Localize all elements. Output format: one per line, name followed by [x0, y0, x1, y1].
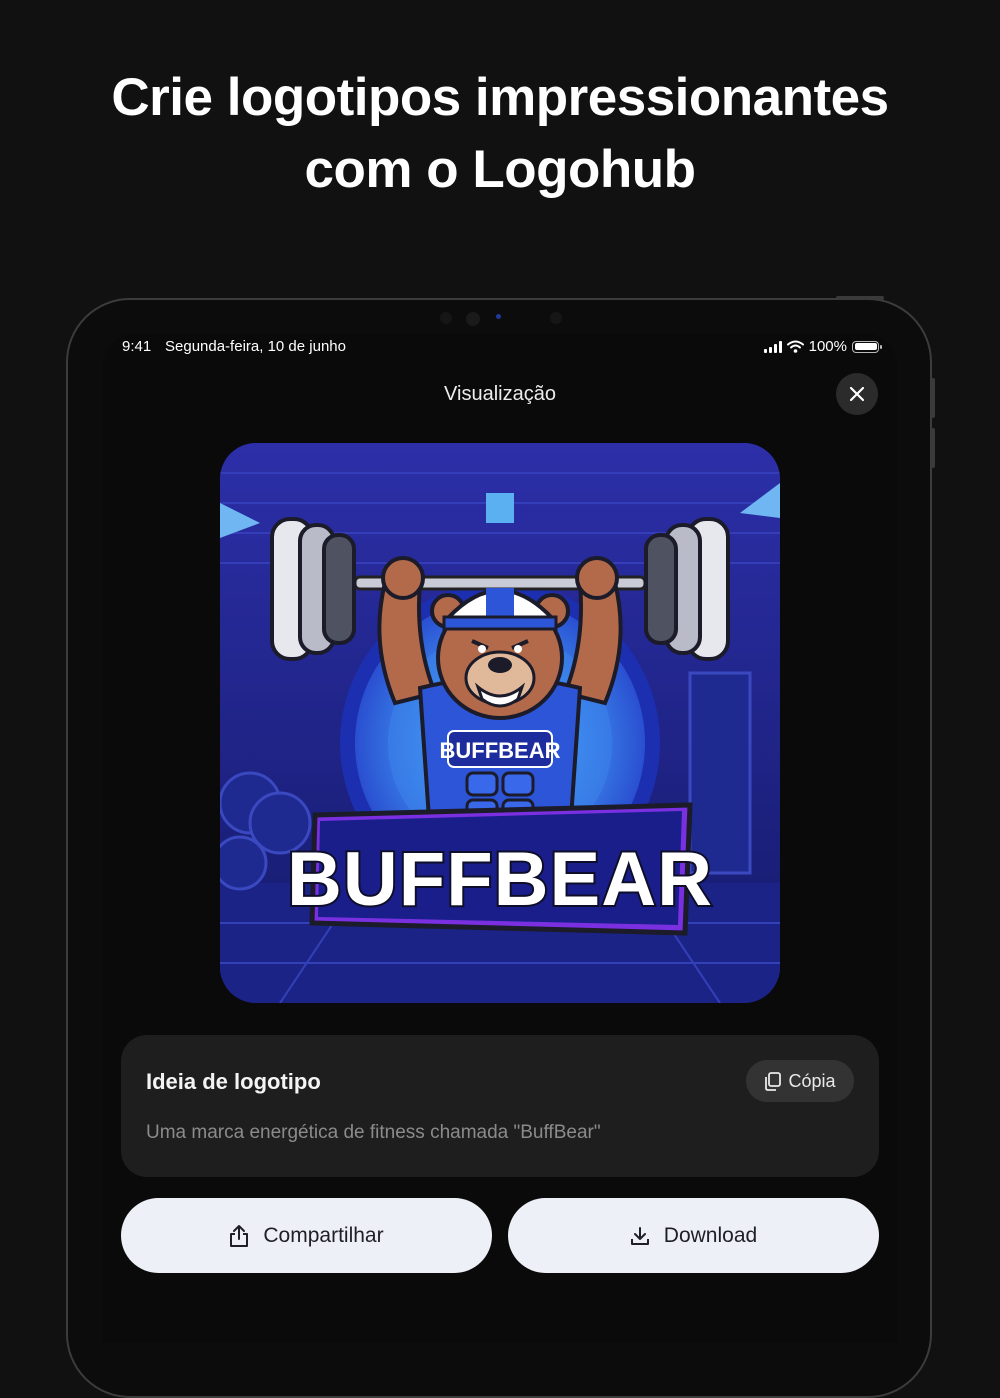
idea-description: Uma marca energética de fitness chamada …: [146, 1122, 601, 1143]
cellular-signal-icon: [763, 340, 782, 353]
top-button: [836, 296, 884, 300]
headline-line-2: com o Logohub: [304, 140, 696, 199]
app-screen: 9:41 Segunda-feira, 10 de junho 100% Vis…: [103, 333, 897, 1343]
copy-icon: [765, 1071, 782, 1091]
logo-idea-card: Ideia de logotipo Cópia Uma marca energé…: [121, 1035, 879, 1177]
camera-indicator: [496, 314, 501, 319]
logo-preview: BUFFBEAR BUFFBEAR: [220, 443, 780, 1003]
status-bar: 9:41 Segunda-feira, 10 de junho 100%: [103, 333, 897, 363]
ambient-sensor: [550, 312, 562, 324]
page-title: Visualização: [444, 383, 556, 405]
logo-badge-text: BUFFBEAR: [440, 738, 561, 763]
download-button-label: Download: [663, 1223, 758, 1247]
volume-down-button: [931, 428, 935, 468]
buffbear-logo-image: BUFFBEAR BUFFBEAR: [220, 443, 780, 1003]
share-button[interactable]: Compartilhar: [121, 1198, 492, 1273]
camera-lens: [466, 312, 480, 326]
copy-button-label: Cópia: [788, 1070, 836, 1091]
volume-up-button: [931, 378, 935, 418]
logo-banner-text: BUFFBEAR: [287, 837, 713, 922]
idea-card-title: Ideia de logotipo: [146, 1069, 321, 1094]
status-date: Segunda-feira, 10 de junho: [165, 338, 346, 355]
battery-percent: 100%: [808, 338, 847, 355]
wifi-icon: [786, 340, 804, 353]
camera-sensor: [440, 312, 452, 324]
share-icon: [229, 1224, 249, 1248]
close-button[interactable]: [836, 373, 878, 415]
headline-line-1: Crie logotipos impressionantes: [111, 68, 889, 127]
copy-button[interactable]: Cópia: [746, 1060, 854, 1102]
marketing-headline: Crie logotipos impressionantes com o Log…: [0, 62, 1000, 206]
close-icon: [849, 386, 865, 402]
download-icon: [630, 1226, 650, 1246]
status-time: 9:41: [122, 338, 152, 355]
share-button-label: Compartilhar: [263, 1223, 384, 1247]
battery-icon: [852, 340, 882, 353]
status-indicators: 100%: [763, 338, 882, 355]
download-button[interactable]: Download: [508, 1198, 879, 1273]
